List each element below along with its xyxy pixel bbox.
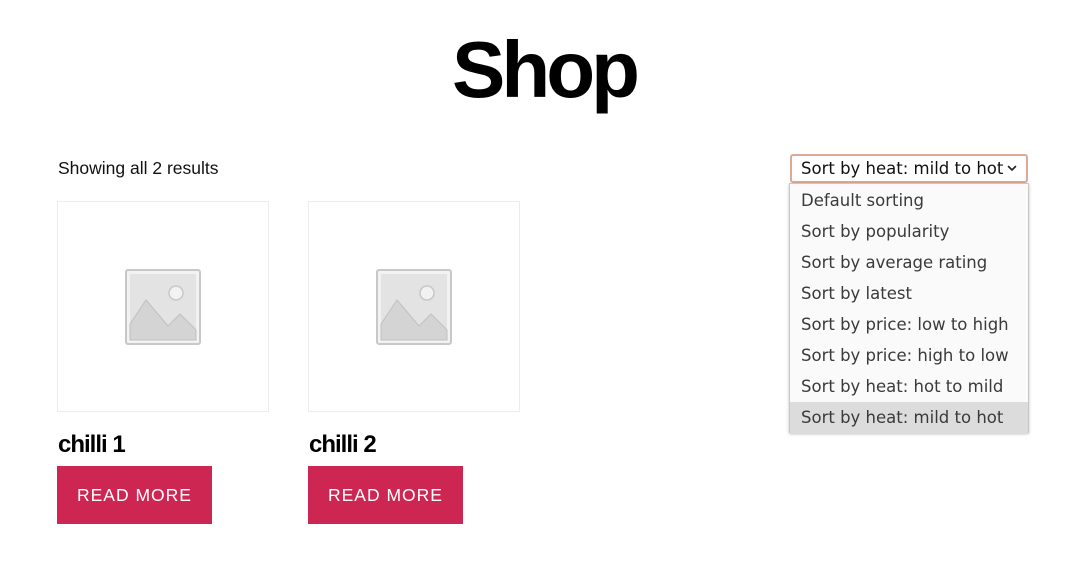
read-more-button[interactable]: Read more [57, 466, 212, 524]
chevron-down-icon [1007, 165, 1017, 171]
product-card: chilli 1 Read more [57, 201, 272, 524]
sort-option-default[interactable]: Default sorting [790, 185, 1028, 216]
sort-option-price-high-low[interactable]: Sort by price: high to low [790, 340, 1028, 371]
sort-option-latest[interactable]: Sort by latest [790, 278, 1028, 309]
sort-option-average-rating[interactable]: Sort by average rating [790, 247, 1028, 278]
sort-option-heat-mild-hot[interactable]: Sort by heat: mild to hot [790, 402, 1028, 433]
sort-option-popularity[interactable]: Sort by popularity [790, 216, 1028, 247]
placeholder-image-icon [376, 268, 452, 345]
read-more-button[interactable]: Read more [308, 466, 463, 524]
sort-option-heat-hot-mild[interactable]: Sort by heat: hot to mild [790, 371, 1028, 402]
product-image-link[interactable] [57, 201, 269, 412]
product-card: chilli 2 Read more [308, 201, 523, 524]
result-count: Showing all 2 results [58, 158, 219, 178]
page-title: Shop [452, 25, 640, 114]
sort-option-price-low-high[interactable]: Sort by price: low to high [790, 309, 1028, 340]
product-image-link[interactable] [308, 201, 520, 412]
sort-dropdown-list: Default sorting Sort by popularity Sort … [789, 183, 1029, 433]
placeholder-image-icon [125, 268, 201, 345]
sort-select[interactable]: Sort by heat: mild to hot [790, 154, 1028, 183]
product-title[interactable]: chilli 2 [309, 430, 377, 460]
product-title[interactable]: chilli 1 [58, 430, 126, 460]
sort-select-value: Sort by heat: mild to hot [801, 159, 1004, 178]
